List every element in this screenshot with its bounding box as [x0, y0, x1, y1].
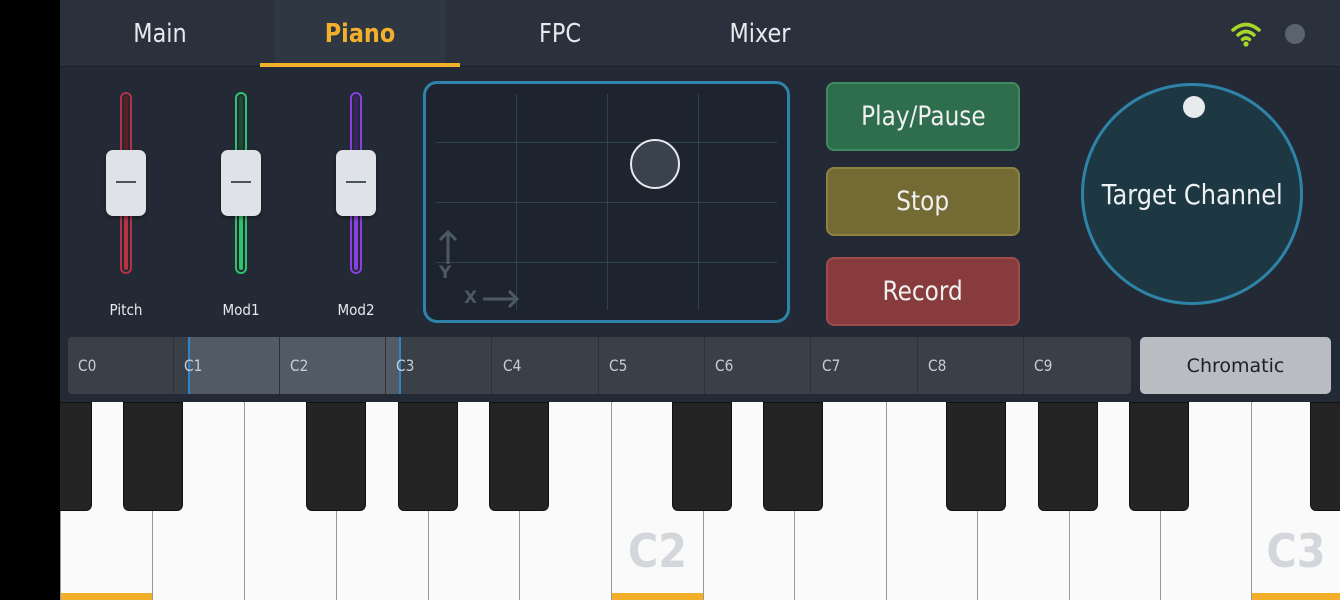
xy-pad[interactable]: Y X: [423, 81, 790, 323]
octave-label: C9: [1034, 356, 1053, 375]
black-key[interactable]: [1129, 402, 1189, 511]
black-key[interactable]: [489, 402, 549, 511]
target-channel-label: Target Channel: [1101, 177, 1283, 211]
black-key[interactable]: [398, 402, 458, 511]
black-key[interactable]: [763, 402, 823, 511]
piano-keyboard: C2 C3: [60, 402, 1340, 600]
connection-status-indicator: [1285, 24, 1305, 44]
mod2-fader[interactable]: [335, 92, 377, 274]
octave-c3[interactable]: C3: [386, 337, 492, 394]
target-channel-knob[interactable]: Target Channel: [1081, 83, 1303, 305]
octave-c6[interactable]: C6: [705, 337, 811, 394]
scale-chromatic-button[interactable]: Chromatic: [1140, 337, 1331, 394]
wifi-icon: [1231, 22, 1261, 47]
mod2-fader-thumb[interactable]: [336, 150, 376, 216]
octave-c2[interactable]: C2: [280, 337, 386, 394]
octave-c7[interactable]: C7: [812, 337, 918, 394]
black-key[interactable]: [946, 402, 1006, 511]
xy-pad-puck[interactable]: [630, 139, 680, 189]
octave-c4[interactable]: C4: [493, 337, 599, 394]
octave-c5[interactable]: C5: [599, 337, 705, 394]
octave-label: C5: [609, 356, 628, 375]
tab-fpc[interactable]: FPC: [474, 0, 646, 67]
octave-c8[interactable]: C8: [918, 337, 1024, 394]
pitch-label: Pitch: [109, 301, 143, 319]
octave-label: C7: [822, 356, 841, 375]
key-label-c3: C3: [1266, 524, 1326, 578]
mod2-label: Mod2: [337, 301, 375, 319]
tab-mixer[interactable]: Mixer: [674, 0, 846, 67]
stop-button[interactable]: Stop: [826, 167, 1020, 236]
mod1-fader[interactable]: [220, 92, 262, 274]
black-key[interactable]: [60, 402, 92, 511]
y-axis-arrow-icon: [438, 229, 458, 264]
stop-label: Stop: [896, 186, 950, 217]
grid-line: [436, 202, 777, 203]
black-key[interactable]: [306, 402, 366, 511]
octave-label: C1: [184, 356, 203, 375]
octave-label: C8: [928, 356, 947, 375]
tab-main[interactable]: Main: [74, 0, 246, 67]
knob-indicator: [1183, 96, 1205, 118]
octave-label: C2: [290, 356, 309, 375]
pitch-fader-thumb[interactable]: [106, 150, 146, 216]
octave-label: C3: [396, 356, 415, 375]
octave-label: C0: [78, 356, 97, 375]
octave-label: C4: [503, 356, 522, 375]
octave-c0[interactable]: C0: [68, 337, 174, 394]
octave-c9[interactable]: C9: [1024, 337, 1130, 394]
x-axis-label: X: [464, 288, 478, 308]
octave-range-selector[interactable]: C0 C1 C2 C3 C4 C5 C6 C7 C8 C9: [68, 337, 1131, 394]
play-pause-button[interactable]: Play/Pause: [826, 82, 1020, 151]
mod1-label: Mod1: [222, 301, 260, 319]
octave-label: C6: [715, 356, 734, 375]
pitch-fader[interactable]: [105, 92, 147, 274]
grid-line: [436, 142, 777, 143]
mod1-fader-thumb[interactable]: [221, 150, 261, 216]
black-key[interactable]: [1038, 402, 1098, 511]
key-label-c2: C2: [627, 524, 688, 578]
y-axis-label: Y: [439, 263, 452, 283]
grid-line: [436, 262, 777, 263]
play-pause-label: Play/Pause: [860, 101, 986, 132]
record-label: Record: [882, 276, 964, 307]
tab-piano[interactable]: Piano: [274, 0, 446, 67]
active-tab-indicator: [260, 63, 460, 67]
x-axis-arrow-icon: [483, 289, 520, 309]
black-key[interactable]: [1310, 402, 1340, 511]
black-key[interactable]: [672, 402, 732, 511]
octave-c1[interactable]: C1: [174, 337, 280, 394]
tab-bar: Main Piano FPC Mixer: [60, 0, 1340, 67]
record-button[interactable]: Record: [826, 257, 1020, 326]
piano-app: Main Piano FPC Mixer Pitch Mod1 Mod2 Y X…: [60, 0, 1340, 600]
black-key[interactable]: [123, 402, 183, 511]
